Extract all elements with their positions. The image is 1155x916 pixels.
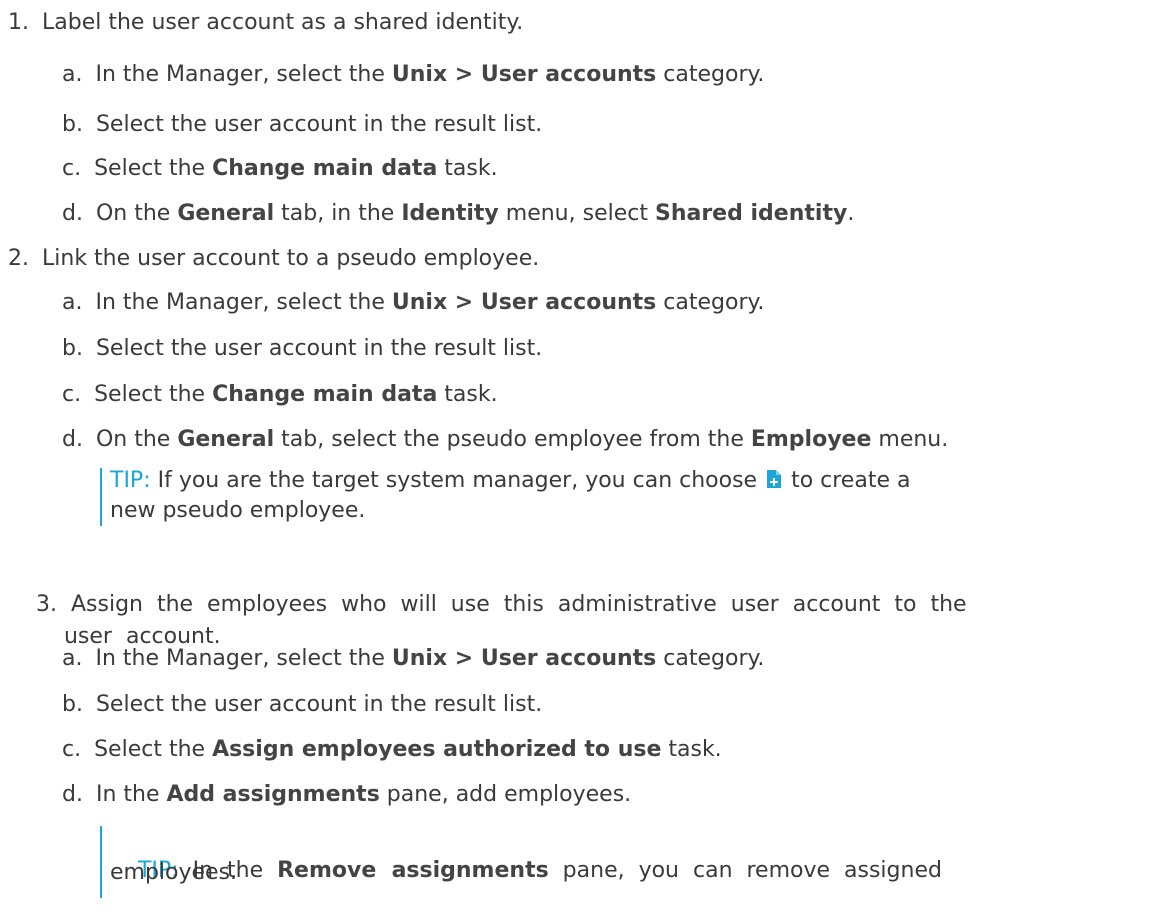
menu-path: Unix > User accounts <box>391 62 657 87</box>
tab-name: General <box>177 427 275 452</box>
substep-letter: c. <box>62 156 82 181</box>
substep-text: Select the user account in the result li… <box>95 336 543 361</box>
substep-1d: d. On the General tab, in the Identity m… <box>62 199 854 229</box>
menu-path: Unix > User accounts <box>391 290 657 315</box>
task-name: Change main data <box>212 382 438 407</box>
menu-name: Identity <box>401 201 499 226</box>
tip-3-line-2: employees. <box>110 858 237 888</box>
tip-text: new pseudo employee. <box>110 498 366 523</box>
substep-3a: a. In the Manager, select the Unix > Use… <box>62 644 764 674</box>
substep-text: category. <box>656 62 765 87</box>
substep-text: Select the user account in the result li… <box>95 112 543 137</box>
step-number: 1. <box>8 10 29 35</box>
substep-text: On the <box>95 201 178 226</box>
substep-letter: d. <box>62 427 83 452</box>
substep-letter: b. <box>62 692 83 717</box>
substep-letter: c. <box>62 382 82 407</box>
substep-letter: d. <box>62 782 83 807</box>
substep-text: menu. <box>871 427 949 452</box>
pane-name: Add assignments <box>166 782 380 807</box>
substep-text: Select the <box>94 382 213 407</box>
substep-text: On the <box>95 427 178 452</box>
substep-text: task. <box>437 156 498 181</box>
tip-label: TIP: <box>110 468 151 493</box>
substep-letter: d. <box>62 201 83 226</box>
substep-2b: b. Select the user account in the result… <box>62 334 542 364</box>
menu-path: Unix > User accounts <box>391 646 657 671</box>
substep-3b: b. Select the user account in the result… <box>62 690 542 720</box>
task-name: Assign employees authorized to use <box>212 737 662 762</box>
step-2: 2. Link the user account to a pseudo emp… <box>8 244 539 274</box>
substep-1a: a. In the Manager, select the Unix > Use… <box>62 60 764 90</box>
substep-text: In the Manager, select the <box>95 646 392 671</box>
substep-3d: d. In the Add assignments pane, add empl… <box>62 780 631 810</box>
substep-text: category. <box>656 646 765 671</box>
tab-name: General <box>177 201 275 226</box>
step-number: 2. <box>8 246 29 271</box>
substep-3c: c. Select the Assign employees authorize… <box>62 735 722 765</box>
substep-text: pane, add employees. <box>379 782 632 807</box>
substep-text: tab, select the pseudo employee from the <box>274 427 751 452</box>
substep-1b: b. Select the user account in the result… <box>62 110 542 140</box>
step-text: Label the user account as a shared ident… <box>42 10 524 35</box>
substep-text: Select the <box>94 156 213 181</box>
add-new-icon <box>766 469 782 489</box>
tip-text: If you are the target system manager, yo… <box>150 468 765 493</box>
tip-2-line-1: TIP: If you are the target system manage… <box>110 466 910 496</box>
tip-bar <box>100 468 102 526</box>
substep-letter: b. <box>62 336 83 361</box>
substep-2a: a. In the Manager, select the Unix > Use… <box>62 288 764 318</box>
substep-text: In the <box>95 782 167 807</box>
substep-letter: a. <box>62 62 83 87</box>
substep-text: Select the user account in the result li… <box>95 692 543 717</box>
substep-text: tab, in the <box>274 201 402 226</box>
substep-text: In the Manager, select the <box>95 62 392 87</box>
substep-text: category. <box>656 290 765 315</box>
substep-2c: c. Select the Change main data task. <box>62 380 498 410</box>
tip-text: pane, you can remove assigned <box>548 858 942 883</box>
step-text: Link the user account to a pseudo employ… <box>42 246 540 271</box>
substep-2d: d. On the General tab, select the pseudo… <box>62 425 948 455</box>
step-1: 1. Label the user account as a shared id… <box>8 8 523 38</box>
document-page: 1. Label the user account as a shared id… <box>0 0 1155 906</box>
substep-letter: c. <box>62 737 82 762</box>
tip-text: to create a <box>784 468 911 493</box>
substep-text: menu, select <box>498 201 655 226</box>
substep-text: task. <box>661 737 722 762</box>
substep-letter: b. <box>62 112 83 137</box>
substep-text: Select the <box>94 737 213 762</box>
pane-name: Remove assignments <box>277 858 549 883</box>
substep-text: In the Manager, select the <box>95 290 392 315</box>
substep-text: . <box>847 201 855 226</box>
substep-letter: a. <box>62 646 83 671</box>
tip-text: employees. <box>110 860 238 885</box>
tip-bar <box>100 826 102 898</box>
option-name: Shared identity <box>654 201 848 226</box>
task-name: Change main data <box>212 156 438 181</box>
substep-letter: a. <box>62 290 83 315</box>
substep-text: task. <box>437 382 498 407</box>
tip-2-line-2: new pseudo employee. <box>110 496 365 526</box>
substep-1c: c. Select the Change main data task. <box>62 154 498 184</box>
menu-name: Employee <box>750 427 872 452</box>
